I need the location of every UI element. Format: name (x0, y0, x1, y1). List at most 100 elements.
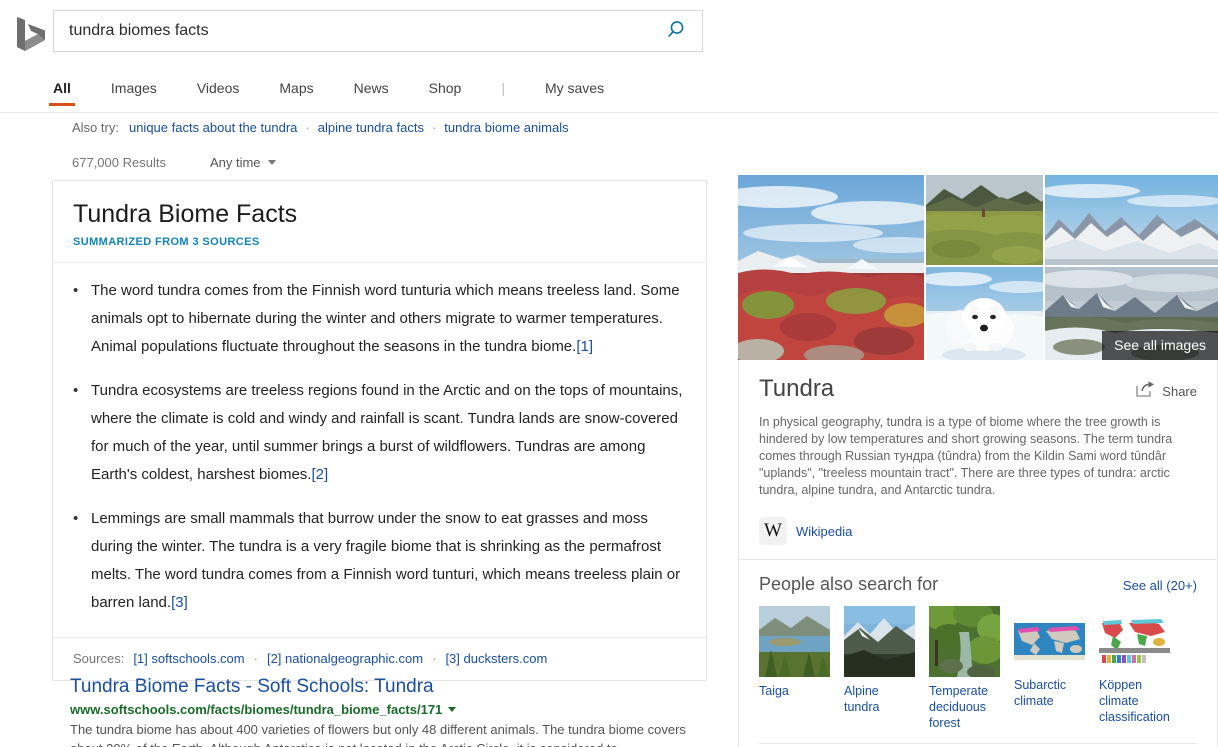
fact-text-wrapper: Lemmings are small mammals that burrow u… (91, 505, 686, 617)
answer-card: Tundra Biome Facts SUMMARIZED FROM 3 SOU… (52, 180, 707, 681)
main-nav: All Images Videos Maps News Shop | My sa… (53, 76, 644, 112)
organic-result-url: www.softschools.com/facts/biomes/tundra_… (70, 702, 442, 717)
pasf-label: Alpine tundra (844, 683, 915, 715)
answer-card-title: Tundra Biome Facts (73, 201, 686, 229)
tab-shop-label: Shop (429, 80, 462, 96)
share-label: Share (1162, 384, 1197, 399)
search-box[interactable] (53, 10, 703, 52)
snowy-mountain-range-photo[interactable] (1045, 175, 1218, 265)
bullet-glyph: • (73, 377, 91, 489)
source-link-2[interactable]: [2] nationalgeographic.com (267, 651, 423, 666)
sources-dot-1: · (254, 651, 258, 666)
pasf-label: Temperate deciduous forest (929, 683, 1000, 731)
pasf-header: People also search for See all (20+) (759, 574, 1197, 595)
organic-result-title[interactable]: Tundra Biome Facts - Soft Schools: Tundr… (70, 675, 715, 699)
search-icon (665, 19, 687, 44)
tab-shop[interactable]: Shop (429, 76, 462, 106)
fact-reference[interactable]: [2] (311, 466, 328, 483)
search-button[interactable] (650, 11, 702, 51)
knowledge-panel-source: W Wikipedia (759, 517, 1197, 545)
pasf-divider (759, 743, 1197, 744)
pasf-item-koppen-climate-classification[interactable]: Köppen climate classification (1099, 606, 1170, 731)
tab-maps[interactable]: Maps (279, 76, 313, 106)
tab-videos-label: Videos (197, 80, 240, 96)
organic-result-url-row: www.softschools.com/facts/biomes/tundra_… (70, 702, 715, 717)
pasf-item-taiga[interactable]: Taiga (759, 606, 830, 731)
pasf-item-temperate-deciduous-forest[interactable]: Temperate deciduous forest (929, 606, 1000, 731)
knowledge-panel-title: Tundra (759, 376, 834, 402)
pasf-item-subarctic-climate[interactable]: Subarctic climate (1014, 606, 1085, 731)
answer-card-sources: Sources: [1] softschools.com · [2] natio… (53, 637, 706, 680)
share-button[interactable]: Share (1135, 381, 1197, 401)
answer-card-subtitle: SUMMARIZED FROM 3 SOURCES (73, 236, 686, 248)
fact-item: • Tundra ecosystems are treeless regions… (73, 377, 686, 489)
subarctic-climate-map-thumbnail (1014, 623, 1085, 660)
organic-result: Tundra Biome Facts - Soft Schools: Tundr… (70, 675, 715, 747)
see-all-images-button[interactable]: See all images (1102, 331, 1218, 360)
wikipedia-icon: W (759, 517, 787, 545)
tab-images[interactable]: Images (111, 76, 157, 106)
bullet-glyph: • (73, 277, 91, 361)
bullet-glyph: • (73, 505, 91, 617)
tab-all[interactable]: All (53, 76, 71, 106)
tab-my-saves-label: My saves (545, 80, 604, 96)
right-rail: See all images Tundra Share In phys (738, 175, 1218, 747)
also-try-label: Also try: (72, 120, 119, 135)
also-try-row: Also try: unique facts about the tundra … (72, 120, 569, 135)
source-link-1[interactable]: [1] softschools.com (133, 651, 244, 666)
pasf-label: Köppen climate classification (1099, 677, 1170, 725)
tab-all-label: All (53, 80, 71, 96)
tab-news[interactable]: News (354, 76, 389, 106)
also-try-suggestion-3[interactable]: tundra biome animals (444, 120, 568, 135)
time-filter-dropdown[interactable]: Any time (210, 155, 276, 170)
organic-result-snippet: The tundra biome has about 400 varieties… (70, 720, 715, 747)
deciduous-forest-thumbnail (929, 606, 1000, 677)
people-also-search-for: People also search for See all (20+) (738, 560, 1218, 747)
answer-card-header: Tundra Biome Facts SUMMARIZED FROM 3 SOU… (53, 181, 706, 263)
pasf-see-all-link[interactable]: See all (20+) (1123, 578, 1197, 593)
answer-card-body: • The word tundra comes from the Finnish… (53, 263, 706, 637)
chevron-down-icon (268, 160, 276, 165)
fact-text-wrapper: Tundra ecosystems are treeless regions f… (91, 377, 686, 489)
search-results-page: All Images Videos Maps News Shop | My sa… (0, 0, 1218, 747)
fact-item: • Lemmings are small mammals that burrow… (73, 505, 686, 617)
image-collage: See all images (738, 175, 1218, 360)
fact-text-wrapper: The word tundra comes from the Finnish w… (91, 277, 686, 361)
also-try-suggestion-1[interactable]: unique facts about the tundra (129, 120, 297, 135)
fact-text: Tundra ecosystems are treeless regions f… (91, 382, 682, 483)
taiga-lake-thumbnail (759, 606, 830, 677)
share-icon (1135, 381, 1155, 401)
wikipedia-link[interactable]: Wikipedia (796, 524, 852, 539)
arctic-fox-photo[interactable] (926, 267, 1043, 360)
knowledge-panel: Tundra Share In physical geography, tund… (738, 360, 1218, 560)
tundra-green-valley-photo[interactable] (926, 175, 1043, 265)
nav-separator: | (501, 76, 505, 106)
bing-logo[interactable] (14, 16, 48, 52)
knowledge-panel-description: In physical geography, tundra is a type … (759, 414, 1197, 499)
pasf-item-alpine-tundra[interactable]: Alpine tundra (844, 606, 915, 731)
pasf-title: People also search for (759, 574, 938, 595)
koppen-climate-map-thumbnail (1099, 618, 1170, 665)
search-input[interactable] (54, 11, 650, 51)
tab-maps-label: Maps (279, 80, 313, 96)
pasf-label: Subarctic climate (1014, 677, 1085, 709)
also-try-suggestion-2[interactable]: alpine tundra facts (318, 120, 424, 135)
fact-item: • The word tundra comes from the Finnish… (73, 277, 686, 361)
tab-videos[interactable]: Videos (197, 76, 240, 106)
alpine-mountains-thumbnail (844, 606, 915, 677)
sources-dot-2: · (432, 651, 436, 666)
tab-my-saves[interactable]: My saves (545, 76, 604, 106)
source-link-3[interactable]: [3] ducksters.com (445, 651, 547, 666)
header-divider (0, 112, 1218, 113)
fact-reference[interactable]: [1] (576, 338, 593, 355)
tab-news-label: News (354, 80, 389, 96)
tundra-autumn-coast-photo[interactable] (738, 175, 924, 360)
chevron-down-icon[interactable] (448, 707, 456, 712)
page-header: All Images Videos Maps News Shop | My sa… (0, 0, 1218, 68)
fact-reference[interactable]: [3] (171, 594, 188, 611)
result-stats-row: 677,000 Results Any time (72, 155, 276, 170)
pasf-grid: Taiga Alpine tundr (759, 606, 1197, 731)
tab-images-label: Images (111, 80, 157, 96)
also-try-dot-1: · (305, 120, 309, 135)
pasf-label: Taiga (759, 683, 830, 699)
